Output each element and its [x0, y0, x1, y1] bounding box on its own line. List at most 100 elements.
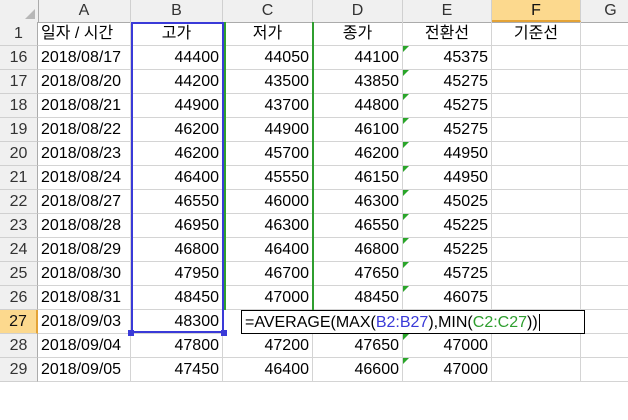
row-header[interactable]: 17	[0, 70, 38, 94]
column-header-g[interactable]: G	[581, 0, 628, 22]
baseline-cell[interactable]	[492, 214, 581, 238]
date-cell[interactable]: 2018/09/05	[38, 358, 131, 382]
close-cell[interactable]: 43850	[313, 70, 403, 94]
conversion-cell[interactable]: 44950	[403, 166, 492, 190]
column-header-c[interactable]: C	[223, 0, 313, 22]
high-cell[interactable]: 46200	[131, 118, 223, 142]
high-cell[interactable]: 47950	[131, 262, 223, 286]
column-header-e[interactable]: E	[403, 0, 492, 22]
date-cell[interactable]: 2018/08/20	[38, 70, 131, 94]
conversion-cell[interactable]: 45725	[403, 262, 492, 286]
high-cell[interactable]: 46800	[131, 238, 223, 262]
date-cell[interactable]: 2018/08/31	[38, 286, 131, 310]
empty-cell[interactable]	[581, 214, 628, 238]
conversion-cell[interactable]: 45375	[403, 46, 492, 70]
row-header[interactable]: 28	[0, 334, 38, 358]
date-cell[interactable]: 2018/08/28	[38, 214, 131, 238]
high-cell[interactable]: 47450	[131, 358, 223, 382]
close-cell[interactable]: 46800	[313, 238, 403, 262]
empty-cell[interactable]	[581, 46, 628, 70]
row-header[interactable]: 20	[0, 142, 38, 166]
high-cell[interactable]: 46200	[131, 142, 223, 166]
close-cell[interactable]: 46100	[313, 118, 403, 142]
conversion-cell[interactable]: 45225	[403, 238, 492, 262]
header-cell[interactable]: 기준선	[492, 22, 581, 46]
conversion-cell[interactable]: 45225	[403, 214, 492, 238]
low-cell[interactable]: 46400	[223, 238, 313, 262]
range-resize-handle[interactable]	[128, 330, 134, 336]
baseline-cell[interactable]	[492, 70, 581, 94]
select-all-corner[interactable]	[0, 0, 39, 22]
date-cell[interactable]: 2018/08/21	[38, 94, 131, 118]
close-cell[interactable]: 44100	[313, 46, 403, 70]
column-header-b[interactable]: B	[131, 0, 223, 22]
empty-cell[interactable]	[581, 94, 628, 118]
row-header[interactable]: 25	[0, 262, 38, 286]
row-header[interactable]: 1	[0, 22, 38, 46]
high-cell[interactable]: 44900	[131, 94, 223, 118]
column-header-a[interactable]: A	[38, 0, 131, 22]
baseline-cell[interactable]	[492, 286, 581, 310]
header-cell[interactable]: 종가	[313, 22, 403, 46]
column-header-f[interactable]: F	[492, 0, 581, 22]
conversion-cell[interactable]: 44950	[403, 142, 492, 166]
close-cell[interactable]: 44800	[313, 94, 403, 118]
low-cell[interactable]: 46300	[223, 214, 313, 238]
baseline-cell[interactable]	[492, 238, 581, 262]
high-cell[interactable]: 48300	[131, 310, 223, 334]
header-cell[interactable]: 일자 / 시간	[38, 22, 131, 46]
header-cell[interactable]: 고가	[131, 22, 223, 46]
empty-cell[interactable]	[581, 70, 628, 94]
empty-cell[interactable]	[581, 358, 628, 382]
low-cell[interactable]: 47200	[223, 334, 313, 358]
low-cell[interactable]: 43700	[223, 94, 313, 118]
header-cell[interactable]: 저가	[223, 22, 313, 46]
row-header[interactable]: 24	[0, 238, 38, 262]
low-cell[interactable]: 46400	[223, 358, 313, 382]
empty-cell[interactable]	[581, 238, 628, 262]
empty-cell[interactable]	[581, 310, 628, 334]
row-header[interactable]: 21	[0, 166, 38, 190]
date-cell[interactable]: 2018/08/30	[38, 262, 131, 286]
baseline-cell[interactable]	[492, 190, 581, 214]
low-cell[interactable]: 47000	[223, 286, 313, 310]
baseline-cell[interactable]	[492, 166, 581, 190]
conversion-cell[interactable]: 47000	[403, 358, 492, 382]
date-cell[interactable]: 2018/09/03	[38, 310, 131, 334]
baseline-cell[interactable]	[492, 142, 581, 166]
row-header[interactable]: 19	[0, 118, 38, 142]
empty-cell[interactable]	[581, 118, 628, 142]
date-cell[interactable]: 2018/08/23	[38, 142, 131, 166]
high-cell[interactable]: 48450	[131, 286, 223, 310]
high-cell[interactable]: 46950	[131, 214, 223, 238]
baseline-cell[interactable]	[492, 46, 581, 70]
empty-cell[interactable]	[581, 142, 628, 166]
close-cell[interactable]: 47650	[313, 334, 403, 358]
low-cell[interactable]: 43500	[223, 70, 313, 94]
row-header[interactable]: 23	[0, 214, 38, 238]
close-cell[interactable]: 47650	[313, 262, 403, 286]
row-header[interactable]: 18	[0, 94, 38, 118]
close-cell[interactable]: 46200	[313, 142, 403, 166]
conversion-cell[interactable]: 47000	[403, 334, 492, 358]
conversion-cell[interactable]: 45275	[403, 70, 492, 94]
empty-cell[interactable]	[581, 190, 628, 214]
close-cell[interactable]: 46550	[313, 214, 403, 238]
date-cell[interactable]: 2018/08/24	[38, 166, 131, 190]
low-cell[interactable]: 46000	[223, 190, 313, 214]
date-cell[interactable]: 2018/08/22	[38, 118, 131, 142]
date-cell[interactable]: 2018/08/27	[38, 190, 131, 214]
column-header-d[interactable]: D	[313, 0, 403, 22]
close-cell[interactable]: 46600	[313, 358, 403, 382]
low-cell[interactable]: 44050	[223, 46, 313, 70]
empty-cell[interactable]	[581, 22, 628, 46]
row-header[interactable]: 26	[0, 286, 38, 310]
empty-cell[interactable]	[581, 286, 628, 310]
baseline-cell[interactable]	[492, 262, 581, 286]
conversion-cell[interactable]: 46075	[403, 286, 492, 310]
high-cell[interactable]: 46400	[131, 166, 223, 190]
row-header[interactable]: 29	[0, 358, 38, 382]
close-cell[interactable]: 46150	[313, 166, 403, 190]
conversion-cell[interactable]: 45275	[403, 94, 492, 118]
low-cell[interactable]: 44900	[223, 118, 313, 142]
